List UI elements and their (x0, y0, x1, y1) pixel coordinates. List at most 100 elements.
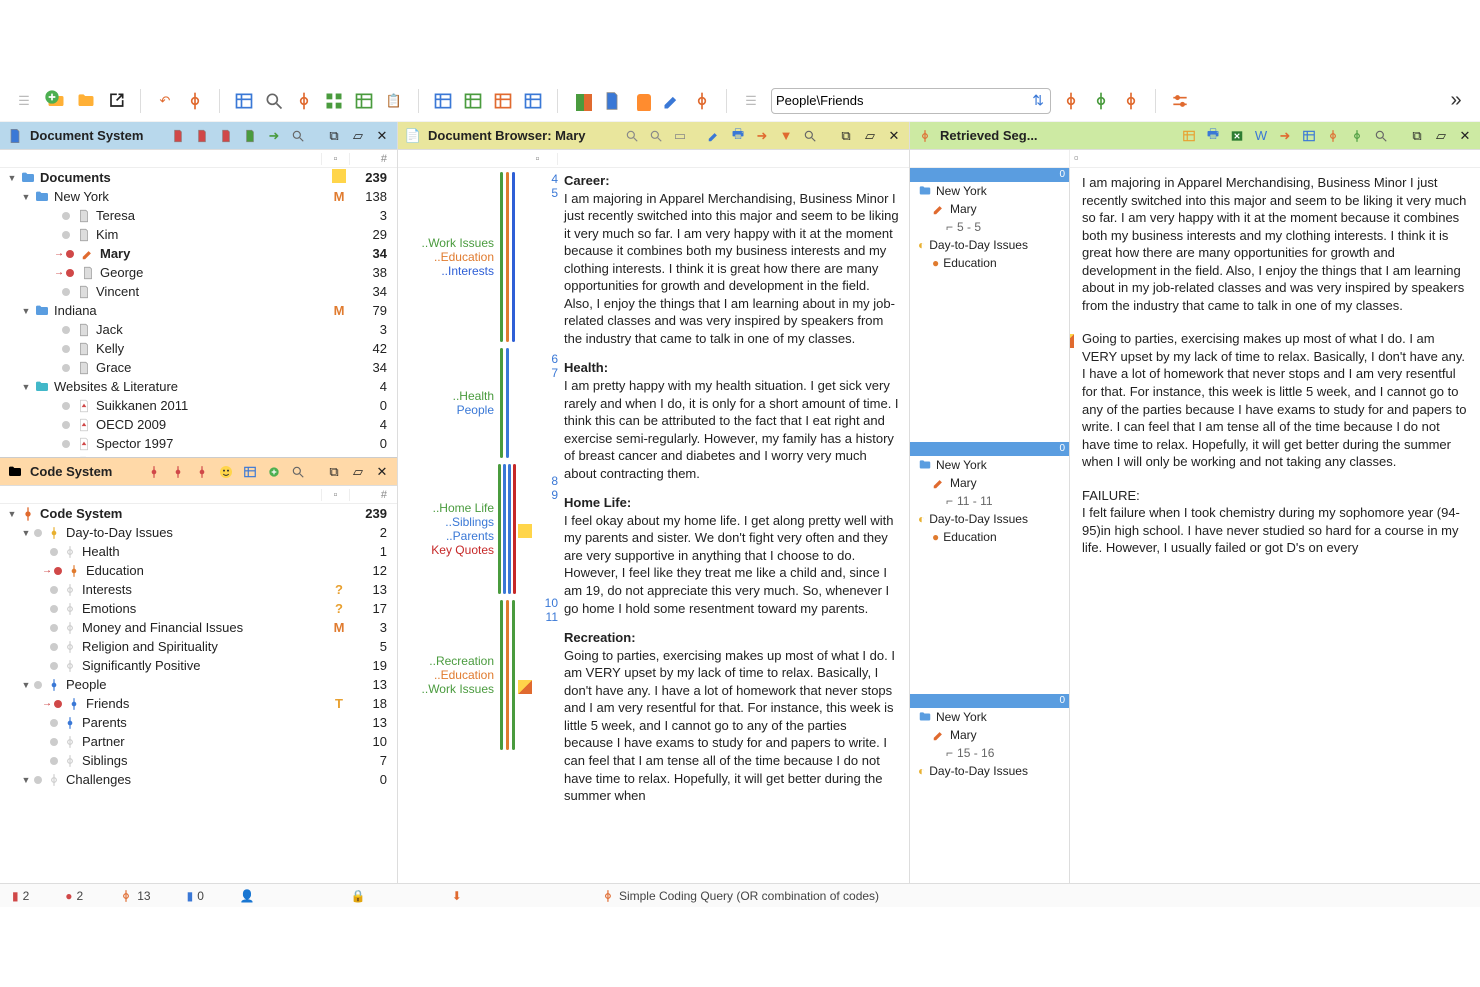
complex-query-icon[interactable] (292, 89, 316, 113)
code-item-emotions[interactable]: Emotions (82, 601, 327, 616)
status-download-icon[interactable]: ⬇ (452, 889, 462, 903)
code-plus-icon[interactable] (1089, 89, 1113, 113)
expand-icon[interactable]: ▼ (20, 679, 32, 691)
tree-item-grace[interactable]: Grace (96, 360, 327, 375)
undock-icon[interactable]: ⧉ (325, 127, 343, 145)
status-active-codes[interactable]: ●2 (65, 889, 83, 903)
search-docs-icon[interactable] (289, 127, 307, 145)
memo-icon[interactable] (518, 680, 532, 694)
search-doc-icon[interactable] (801, 127, 819, 145)
expand-icon[interactable]: ▼ (20, 774, 32, 786)
print-icon[interactable]: 🖶 (729, 127, 747, 145)
code-seg-icon[interactable] (1324, 127, 1342, 145)
slider-icon[interactable] (1168, 89, 1192, 113)
segment-code[interactable]: Day-to-Day Issues (929, 512, 1028, 526)
import-icon[interactable] (104, 89, 128, 113)
excel-export-icon[interactable] (1228, 127, 1246, 145)
table-icon[interactable] (232, 89, 256, 113)
print-seg-icon[interactable]: 🖶 (1204, 127, 1222, 145)
maximize-icon[interactable]: ▱ (349, 127, 367, 145)
doc-orange-icon[interactable] (630, 89, 654, 113)
tree-item-vincent[interactable]: Vincent (96, 284, 327, 299)
code-add-icon[interactable] (1059, 89, 1083, 113)
tree-item-websites[interactable]: Websites & Literature (54, 379, 327, 394)
crosstab-icon[interactable] (431, 89, 455, 113)
code-table-icon[interactable] (241, 463, 259, 481)
code-item-challenges[interactable]: Challenges (66, 772, 327, 787)
code-item-partner[interactable]: Partner (82, 734, 327, 749)
doc-blue-icon[interactable] (600, 89, 624, 113)
list-icon[interactable]: ☰ (739, 89, 763, 113)
expand-icon[interactable]: ▼ (6, 508, 18, 520)
tree-item-oecd[interactable]: OECD 2009 (96, 417, 327, 432)
deactivate-codes-icon[interactable] (169, 463, 187, 481)
code-item-education[interactable]: Education (86, 563, 327, 578)
status-retrieved[interactable]: 13 (119, 889, 150, 903)
undock-icon[interactable]: ⧉ (1408, 127, 1426, 145)
status-filter[interactable]: ▮0 (187, 889, 204, 903)
segment-code[interactable]: Day-to-Day Issues (929, 764, 1028, 778)
code-item-d2d[interactable]: Day-to-Day Issues (66, 525, 327, 540)
code-item-sigpos[interactable]: Significantly Positive (82, 658, 327, 673)
code-item-money[interactable]: Money and Financial Issues (82, 620, 327, 635)
code-add-seg-icon[interactable] (1348, 127, 1366, 145)
activate-codes-icon[interactable] (145, 463, 163, 481)
maximize-icon[interactable]: ▱ (1432, 127, 1450, 145)
open-project-icon[interactable] (74, 89, 98, 113)
zoom-in-icon[interactable] (647, 127, 665, 145)
quick-code-search[interactable]: ⇅ (771, 88, 1051, 114)
matrix-icon[interactable] (352, 89, 376, 113)
search-seg-icon[interactable] (1372, 127, 1390, 145)
code-lens-icon[interactable] (183, 89, 207, 113)
search-updown-icon[interactable]: ⇅ (1030, 92, 1046, 109)
code-item-interests[interactable]: Interests (82, 582, 327, 597)
segment-range[interactable]: 11 - 11 (957, 494, 993, 508)
invert-codes-icon[interactable] (193, 463, 211, 481)
new-project-icon[interactable] (44, 89, 68, 113)
tree-item-suikkanen[interactable]: Suikkanen 2011 (96, 398, 327, 413)
expand-icon[interactable]: ▼ (6, 172, 18, 184)
expand-icon[interactable]: ▼ (20, 381, 32, 393)
status-query[interactable]: Simple Coding Query (OR combination of c… (601, 889, 879, 903)
overview-icon[interactable] (1180, 127, 1198, 145)
undo-icon[interactable]: ↶ (153, 89, 177, 113)
segment-doc[interactable]: Mary (950, 728, 977, 742)
filter-icon[interactable]: ▼ (777, 127, 795, 145)
code-relations-icon[interactable] (491, 89, 515, 113)
tree-item-teresa[interactable]: Teresa (96, 208, 327, 223)
menu-icon[interactable]: ☰ (12, 89, 36, 113)
overflow-icon[interactable]: » (1444, 89, 1468, 113)
tree-item-jack[interactable]: Jack (96, 322, 327, 337)
memo-icon[interactable] (1070, 334, 1074, 348)
notes-icon[interactable]: 📋 (382, 89, 406, 113)
segment-doc[interactable]: Mary (950, 476, 977, 490)
import-doc-icon[interactable]: ➜ (265, 127, 283, 145)
code-item-friends[interactable]: Friends (86, 696, 327, 711)
edit-icon[interactable] (660, 89, 684, 113)
close-icon[interactable]: ✕ (1456, 127, 1474, 145)
maximize-icon[interactable]: ▱ (861, 127, 879, 145)
close-icon[interactable]: ✕ (373, 127, 391, 145)
activate-docs-icon[interactable] (169, 127, 187, 145)
segment-group[interactable]: New York (936, 710, 987, 724)
fit-icon[interactable]: ▭ (671, 127, 689, 145)
deactivate-docs-icon[interactable] (193, 127, 211, 145)
code-item-parents[interactable]: Parents (82, 715, 327, 730)
code-map-icon[interactable] (521, 89, 545, 113)
close-icon[interactable]: ✕ (885, 127, 903, 145)
invert-docs-icon[interactable] (217, 127, 235, 145)
segment-code[interactable]: Education (943, 530, 996, 544)
expand-icon[interactable]: ▼ (20, 191, 32, 203)
document-text[interactable]: Career:I am majoring in Apparel Merchand… (558, 168, 909, 883)
export-icon[interactable]: ➜ (753, 127, 771, 145)
undock-icon[interactable]: ⧉ (837, 127, 855, 145)
status-active-docs[interactable]: ▮2 (12, 889, 29, 903)
code-item-health[interactable]: Health (82, 544, 327, 559)
zoom-out-icon[interactable] (623, 127, 641, 145)
retrieved-text[interactable]: I am majoring in Apparel Merchandising, … (1070, 168, 1480, 883)
retrieved-sources[interactable]: 0 New York Mary ⌐ 5 - 5 ◐Day-to-Day Issu… (910, 168, 1070, 883)
edit-mode-icon[interactable] (705, 127, 723, 145)
segment-range[interactable]: 5 - 5 (957, 220, 981, 234)
code-tree[interactable]: ▼Code System239 ▼Day-to-Day Issues2 Heal… (0, 504, 397, 883)
expand-icon[interactable]: ▼ (20, 527, 32, 539)
